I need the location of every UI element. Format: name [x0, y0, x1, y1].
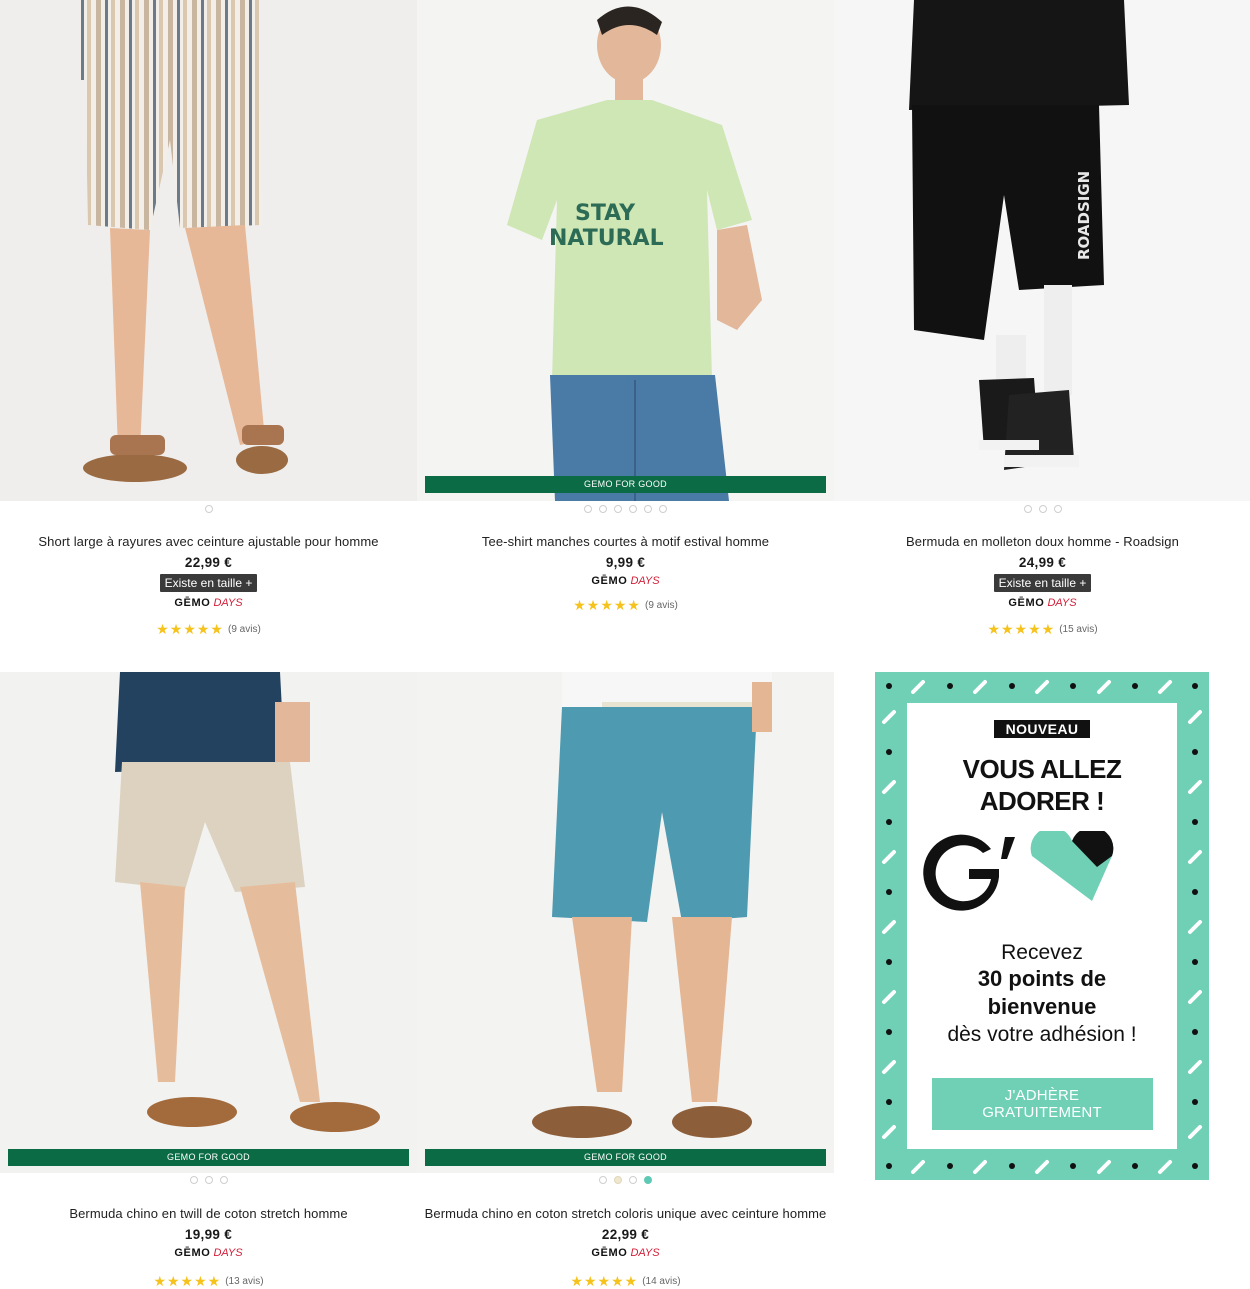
carousel-dot[interactable]: [629, 1176, 637, 1184]
gemo-for-good-badge: GEMO FOR GOOD: [425, 1149, 826, 1166]
product-rating[interactable]: ★★★★★ (15 avis): [834, 621, 1250, 638]
gemo-days-logo: GĒMO DAYS: [174, 1247, 243, 1259]
product-price: 19,99 €: [184, 1227, 233, 1242]
size-plus-badge[interactable]: Existe en taille +: [159, 574, 258, 592]
carousel-dot[interactable]: [614, 1176, 622, 1184]
carousel-dot[interactable]: [1038, 505, 1047, 513]
carousel-dot[interactable]: [599, 505, 607, 513]
stars-icon: ★★★★★: [987, 621, 1056, 637]
carousel-dot[interactable]: [599, 1176, 607, 1184]
image-carousel-dots[interactable]: [417, 1176, 834, 1184]
product-title[interactable]: Tee-shirt manches courtes à motif estiva…: [417, 534, 834, 549]
gemo-for-good-badge: GEMO FOR GOOD: [425, 476, 826, 493]
product-price: 22,99 €: [601, 1227, 650, 1242]
svg-text:ROADSIGN: ROADSIGN: [1075, 171, 1093, 260]
promo-text: dès votre adhésion !: [947, 1023, 1137, 1046]
stars-icon: ★★★★★: [570, 1273, 639, 1289]
product-rating[interactable]: ★★★★★ (14 avis): [417, 1273, 834, 1289]
product-title[interactable]: Bermuda en molleton doux homme - Roadsig…: [834, 534, 1250, 549]
tshirt-model-photo: STAY NATURAL: [507, 6, 762, 501]
gemo-for-good-badge: GEMO FOR GOOD: [8, 1149, 409, 1166]
carousel-dot[interactable]: [614, 505, 622, 513]
carousel-dot[interactable]: [644, 505, 652, 513]
product-title[interactable]: Short large à rayures avec ceinture ajus…: [0, 534, 417, 549]
stars-icon: ★★★★★: [156, 621, 224, 637]
product-image[interactable]: STAY NATURAL GEMO FOR GOOD: [417, 0, 834, 501]
product-title[interactable]: Bermuda chino en twill de coton stretch …: [0, 1206, 417, 1221]
carousel-dot[interactable]: [204, 1176, 213, 1184]
image-carousel-dots[interactable]: [0, 1176, 417, 1184]
product-image[interactable]: GEMO FOR GOOD: [417, 672, 834, 1173]
carousel-dot[interactable]: [1023, 505, 1032, 513]
product-price: 9,99 €: [605, 555, 646, 570]
join-free-button[interactable]: J'ADHÈRE GRATUITEMENT: [931, 1078, 1153, 1130]
new-badge: NOUVEAU: [993, 720, 1091, 738]
product-price: 22,99 €: [184, 555, 233, 570]
image-carousel-dots[interactable]: [417, 505, 834, 513]
product-card[interactable]: ROADSIGN Bermuda en molleton doux homme …: [834, 0, 1250, 637]
black-shorts-photo: ROADSIGN: [909, 0, 1129, 470]
loyalty-promo-banner[interactable]: NOUVEAU VOUS ALLEZ ADORER ! Recevez 30 p…: [875, 672, 1209, 1180]
product-price: 24,99 €: [1018, 555, 1067, 570]
review-count: (9 avis): [644, 600, 678, 611]
product-rating[interactable]: ★★★★★ (13 avis): [0, 1273, 417, 1289]
product-title[interactable]: Bermuda chino en coton stretch coloris u…: [417, 1206, 834, 1221]
gemo-heart-logo: [907, 827, 1177, 911]
product-image[interactable]: GEMO FOR GOOD: [0, 672, 417, 1173]
product-card[interactable]: GEMO FOR GOOD Bermuda chino en coton str…: [417, 672, 834, 1289]
carousel-dot[interactable]: [219, 1176, 228, 1184]
product-image[interactable]: ROADSIGN: [834, 0, 1250, 501]
review-count: (13 avis): [225, 1276, 264, 1287]
blue-chino-photo: [532, 672, 772, 1138]
product-rating[interactable]: ★★★★★ (9 avis): [417, 597, 834, 614]
beige-chino-photo: [115, 672, 380, 1132]
gemo-days-logo: GĒMO DAYS: [1008, 597, 1077, 609]
striped-shorts-photo: [80, 0, 288, 482]
image-carousel-dots[interactable]: [0, 505, 417, 513]
review-count: (9 avis): [227, 624, 261, 635]
promo-points: 30 points de: [977, 966, 1107, 991]
product-card[interactable]: Short large à rayures avec ceinture ajus…: [0, 0, 417, 637]
gemo-days-logo: GĒMO DAYS: [174, 597, 243, 609]
promo-headline: VOUS ALLEZ ADORER !: [962, 754, 1122, 816]
stars-icon: ★★★★★: [573, 597, 641, 613]
promo-text: Recevez: [1001, 941, 1083, 964]
review-count: (14 avis): [642, 1276, 681, 1287]
product-card[interactable]: GEMO FOR GOOD Bermuda chino en twill de …: [0, 672, 417, 1289]
product-rating[interactable]: ★★★★★ (9 avis): [0, 621, 417, 638]
svg-text:NATURAL: NATURAL: [549, 226, 664, 251]
review-count: (15 avis): [1059, 624, 1098, 635]
gemo-days-logo: GĒMO DAYS: [591, 575, 660, 587]
promo-content: NOUVEAU VOUS ALLEZ ADORER ! Recevez 30 p…: [907, 703, 1177, 1149]
product-card[interactable]: STAY NATURAL GEMO FOR GOOD Tee-shirt man…: [417, 0, 834, 613]
size-plus-badge[interactable]: Existe en taille +: [993, 574, 1092, 592]
carousel-dot[interactable]: [584, 505, 592, 513]
carousel-dot-active[interactable]: [644, 1176, 652, 1184]
gemo-days-logo: GĒMO DAYS: [591, 1247, 660, 1259]
promo-welcome: bienvenue: [987, 994, 1097, 1019]
stars-icon: ★★★★★: [153, 1273, 222, 1289]
carousel-dot[interactable]: [189, 1176, 198, 1184]
carousel-dot[interactable]: [659, 505, 667, 513]
carousel-dot[interactable]: [629, 505, 637, 513]
carousel-dot[interactable]: [204, 505, 213, 513]
carousel-dot[interactable]: [1053, 505, 1062, 513]
product-image[interactable]: [0, 0, 417, 501]
svg-text:STAY: STAY: [575, 201, 636, 226]
image-carousel-dots[interactable]: [834, 505, 1250, 513]
